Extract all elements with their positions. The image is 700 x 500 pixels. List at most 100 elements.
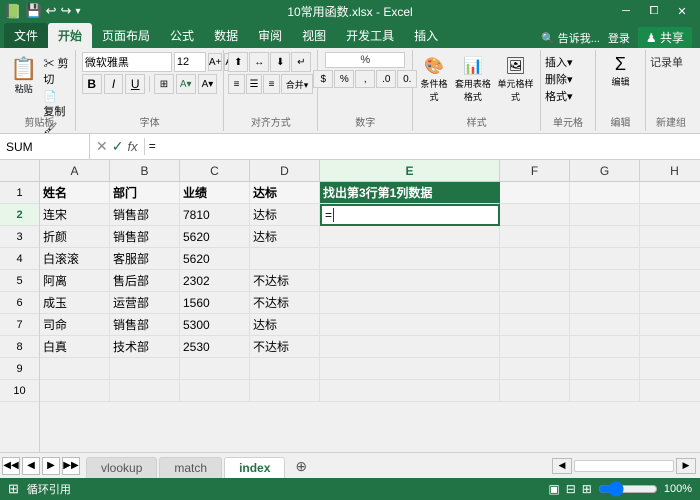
font-family-input[interactable] (82, 52, 172, 72)
cell-styles-button[interactable]: 🖼单元格样式 (497, 56, 534, 103)
cell-d10[interactable] (250, 380, 320, 402)
cell-a8[interactable]: 白真 (40, 336, 110, 358)
cell-g9[interactable] (570, 358, 640, 380)
cell-f8[interactable] (500, 336, 570, 358)
cell-c10[interactable] (180, 380, 250, 402)
conditional-format-button[interactable]: 🎨条件格式 (419, 56, 449, 103)
cell-b6[interactable]: 运营部 (110, 292, 180, 314)
view-normal-icon[interactable]: ▣ (548, 482, 559, 496)
delete-cells-button[interactable]: 删除▾ (545, 71, 591, 87)
cell-e9[interactable] (320, 358, 500, 380)
font-size-increase[interactable]: A+ (208, 53, 223, 71)
cell-e6[interactable] (320, 292, 500, 314)
row-num-4[interactable]: 4 (0, 248, 39, 270)
cancel-icon[interactable]: ✕ (96, 138, 108, 155)
cell-g7[interactable] (570, 314, 640, 336)
tab-developer[interactable]: 开发工具 (336, 23, 404, 48)
font-size-input[interactable] (174, 52, 206, 72)
cell-g10[interactable] (570, 380, 640, 402)
row-num-7[interactable]: 7 (0, 314, 39, 336)
sheet-scroll-right[interactable]: ▶ (676, 458, 696, 474)
cell-c4[interactable]: 5620 (180, 248, 250, 270)
cell-f1[interactable] (500, 182, 570, 204)
cell-c7[interactable]: 5300 (180, 314, 250, 336)
italic-button[interactable]: I (104, 74, 124, 94)
cell-b7[interactable]: 销售部 (110, 314, 180, 336)
cell-f10[interactable] (500, 380, 570, 402)
row-num-5[interactable]: 5 (0, 270, 39, 292)
cell-e8[interactable] (320, 336, 500, 358)
underline-button[interactable]: U (125, 74, 145, 94)
view-layout-icon[interactable]: ⊟ (566, 482, 576, 496)
restore-button[interactable]: ⧠ (640, 0, 668, 22)
cell-d8[interactable]: 不达标 (250, 336, 320, 358)
cell-d6[interactable]: 不达标 (250, 292, 320, 314)
cell-a9[interactable] (40, 358, 110, 380)
cell-h6[interactable] (640, 292, 700, 314)
sheet-nav-next[interactable]: ▶ (42, 457, 60, 475)
col-header-d[interactable]: D (250, 160, 320, 181)
sheet-nav-prev[interactable]: ◀ (22, 457, 40, 475)
wrap-text[interactable]: ↵ (291, 52, 311, 72)
cell-h5[interactable] (640, 270, 700, 292)
cell-b5[interactable]: 售后部 (110, 270, 180, 292)
scroll-track[interactable] (574, 460, 674, 472)
cell-c3[interactable]: 5620 (180, 226, 250, 248)
cell-c1[interactable]: 业绩 (180, 182, 250, 204)
cell-e5[interactable] (320, 270, 500, 292)
fill-color-button[interactable]: A▾ (176, 74, 196, 94)
tab-file[interactable]: 文件 (4, 23, 48, 48)
cell-e10[interactable] (320, 380, 500, 402)
paste-button[interactable]: 📋 粘贴 (8, 54, 39, 97)
sheet-nav-last[interactable]: ▶▶ (62, 457, 80, 475)
tab-match[interactable]: match (159, 457, 222, 478)
function-icon[interactable]: fx (127, 139, 137, 154)
cell-b10[interactable] (110, 380, 180, 402)
cell-f9[interactable] (500, 358, 570, 380)
cell-g1[interactable] (570, 182, 640, 204)
cell-b8[interactable]: 技术部 (110, 336, 180, 358)
accounting-format[interactable]: $ (313, 70, 333, 88)
align-middle[interactable]: ↔ (249, 52, 269, 72)
cell-d3[interactable]: 达标 (250, 226, 320, 248)
row-num-6[interactable]: 6 (0, 292, 39, 314)
formula-input[interactable] (145, 134, 700, 159)
cell-a10[interactable] (40, 380, 110, 402)
cell-a6[interactable]: 成玉 (40, 292, 110, 314)
bold-button[interactable]: B (82, 74, 102, 94)
minimize-button[interactable]: ─ (612, 0, 640, 22)
cut-button[interactable]: ✂ 剪切 (41, 54, 70, 88)
merge-center[interactable]: 合并▾ (281, 74, 314, 94)
cell-h3[interactable] (640, 226, 700, 248)
cell-c2[interactable]: 7810 (180, 204, 250, 226)
tell-me[interactable]: 🔍 告诉我... (541, 30, 600, 46)
cell-h9[interactable] (640, 358, 700, 380)
cell-f4[interactable] (500, 248, 570, 270)
cell-a2[interactable]: 连宋 (40, 204, 110, 226)
comma-format[interactable]: , (355, 70, 375, 88)
sheet-scroll-left[interactable]: ◀ (552, 458, 572, 474)
tab-index[interactable]: index (224, 457, 285, 478)
cell-h1[interactable] (640, 182, 700, 204)
quick-access-save[interactable]: 💾 (25, 3, 41, 19)
cell-c6[interactable]: 1560 (180, 292, 250, 314)
row-num-10[interactable]: 10 (0, 380, 39, 402)
cell-a5[interactable]: 阿离 (40, 270, 110, 292)
tab-formula[interactable]: 公式 (160, 23, 204, 48)
cell-d4[interactable] (250, 248, 320, 270)
cell-e7[interactable] (320, 314, 500, 336)
cell-d1[interactable]: 达标 (250, 182, 320, 204)
cell-d5[interactable]: 不达标 (250, 270, 320, 292)
col-header-f[interactable]: F (500, 160, 570, 181)
cell-a4[interactable]: 白滚滚 (40, 248, 110, 270)
cell-h8[interactable] (640, 336, 700, 358)
cell-f5[interactable] (500, 270, 570, 292)
close-button[interactable]: ✕ (668, 0, 696, 22)
insert-cells-button[interactable]: 插入▾ (545, 54, 591, 70)
row-num-1[interactable]: 1 (0, 182, 39, 204)
tab-vlookup[interactable]: vlookup (86, 457, 157, 478)
cell-a3[interactable]: 折颜 (40, 226, 110, 248)
cell-f2[interactable] (500, 204, 570, 226)
tab-review[interactable]: 审阅 (248, 23, 292, 48)
view-break-icon[interactable]: ⊞ (582, 482, 592, 496)
